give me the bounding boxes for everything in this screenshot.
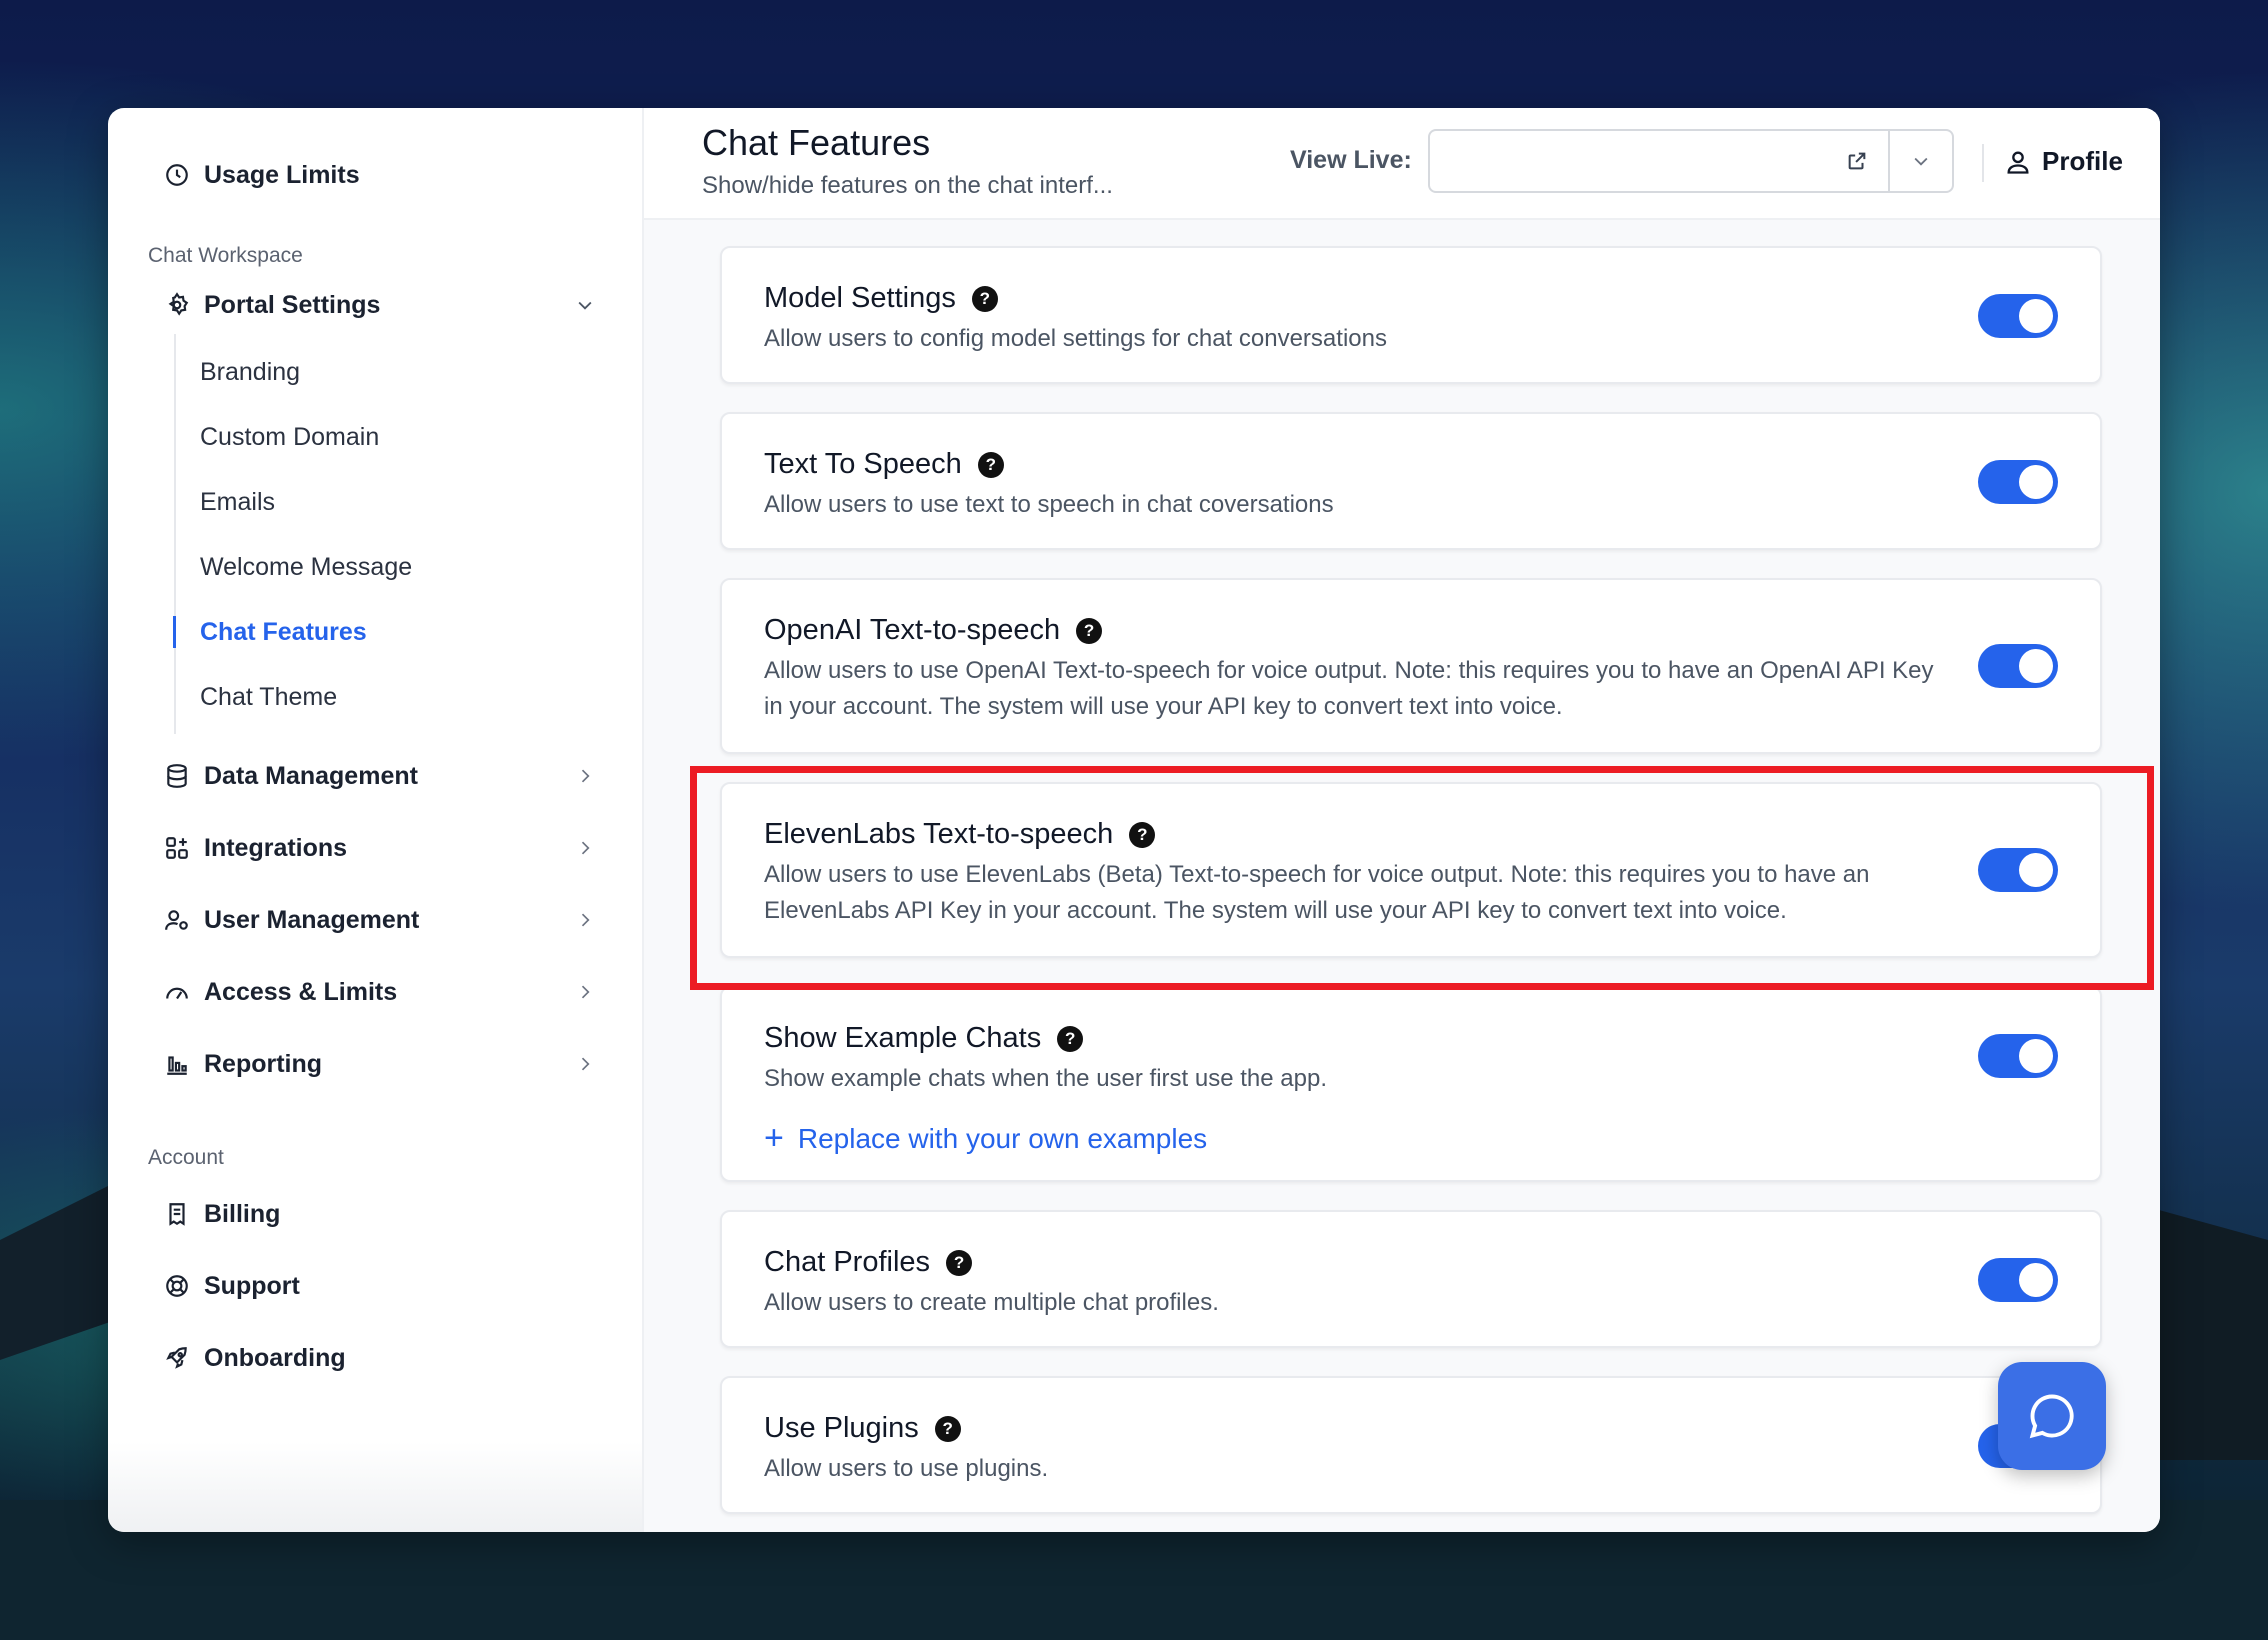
header-divider	[1982, 144, 1984, 182]
sidebar-fade	[108, 1442, 642, 1532]
feature-title: Show Example Chats	[764, 1022, 1042, 1054]
subnav-item-welcome-message[interactable]: Welcome Message	[176, 535, 598, 600]
feature-description: Allow users to use OpenAI Text-to-speech…	[764, 657, 1934, 720]
help-icon[interactable]: ?	[946, 1249, 973, 1276]
database-icon	[162, 761, 192, 791]
replace-examples-label: Replace with your own examples	[797, 1122, 1208, 1154]
sidebar-item-label: Access & Limits	[204, 977, 398, 1006]
feature-toggle[interactable]	[1978, 644, 2058, 688]
sidebar-item-label: Data Management	[204, 761, 418, 790]
sidebar-item-label: Portal Settings	[204, 290, 381, 319]
help-icon[interactable]: ?	[971, 285, 998, 312]
sidebar-item-portal-settings[interactable]: Portal Settings	[148, 276, 598, 334]
subnav-item-emails[interactable]: Emails	[176, 470, 598, 535]
feature-card-use-plugins: Use Plugins? Allow users to use plugins.	[720, 1376, 2102, 1514]
chevron-right-icon	[572, 763, 598, 789]
sidebar-item-label: User Management	[204, 905, 420, 934]
chevron-right-icon	[572, 835, 598, 861]
plus-icon: +	[764, 1119, 784, 1157]
speedometer-icon	[162, 977, 192, 1007]
feature-description: Show example chats when the user first u…	[764, 1065, 1327, 1092]
feature-description: Allow users to use text to speech in cha…	[764, 491, 1334, 518]
lifebuoy-icon	[162, 1271, 192, 1301]
gear-icon	[162, 290, 192, 320]
help-icon[interactable]: ?	[1057, 1025, 1084, 1052]
chevron-down-icon[interactable]	[572, 292, 598, 318]
sidebar-item-access-limits[interactable]: Access & Limits	[148, 956, 598, 1028]
feature-description: Allow users to use plugins.	[764, 1455, 1049, 1482]
view-live-select[interactable]	[1428, 129, 1954, 193]
feature-card-show-example-chats: Show Example Chats? Show example chats w…	[720, 986, 2102, 1182]
sidebar-item-label: Usage Limits	[204, 160, 360, 189]
external-link-icon[interactable]	[1826, 131, 1888, 191]
help-icon[interactable]: ?	[977, 451, 1004, 478]
sidebar-item-reporting[interactable]: Reporting	[148, 1028, 598, 1100]
sidebar-item-label: Support	[204, 1271, 300, 1300]
feature-description: Allow users to config model settings for…	[764, 325, 1387, 352]
sidebar-item-label: Reporting	[204, 1049, 323, 1078]
feature-description: Allow users to create multiple chat prof…	[764, 1289, 1219, 1316]
feature-card-model-settings: Model Settings? Allow users to config mo…	[720, 246, 2102, 384]
section-label-account: Account	[148, 1146, 224, 1169]
feature-title: Model Settings	[764, 282, 956, 314]
subnav-item-branding[interactable]: Branding	[176, 340, 598, 405]
sidebar-item-support[interactable]: Support	[148, 1250, 598, 1322]
portal-settings-subnav: Branding Custom Domain Emails Welcome Me…	[173, 334, 598, 734]
page-header: Chat Features Show/hide features on the …	[644, 108, 2160, 220]
user-icon	[2007, 151, 2029, 174]
chevron-right-icon	[572, 979, 598, 1005]
subnav-item-chat-theme[interactable]: Chat Theme	[176, 665, 598, 730]
replace-examples-link[interactable]: + Replace with your own examples	[764, 1119, 1940, 1158]
bar-chart-icon	[162, 1049, 192, 1079]
profile-label: Profile	[2042, 146, 2123, 176]
sidebar: Usage Limits Chat Workspace Portal Setti…	[108, 108, 644, 1532]
chevron-right-icon	[572, 907, 598, 933]
chat-widget-button[interactable]	[1998, 1362, 2106, 1470]
feature-toggle[interactable]	[1978, 1258, 2058, 1302]
sidebar-item-billing[interactable]: Billing	[148, 1178, 598, 1250]
users-gear-icon	[162, 905, 192, 935]
view-live-label: View Live:	[1290, 146, 1412, 174]
highlight-box	[690, 766, 2154, 990]
subnav-item-chat-features[interactable]: Chat Features	[173, 600, 598, 665]
chevron-down-icon[interactable]	[1888, 131, 1952, 191]
section-label-chat-workspace: Chat Workspace	[148, 244, 303, 267]
clock-icon	[162, 160, 192, 190]
feature-card-text-to-speech: Text To Speech? Allow users to use text …	[720, 412, 2102, 550]
sidebar-item-integrations[interactable]: Integrations	[148, 812, 598, 884]
feature-toggle[interactable]	[1978, 1034, 2058, 1078]
sidebar-item-label: Integrations	[204, 833, 348, 862]
subnav-item-custom-domain[interactable]: Custom Domain	[176, 405, 598, 470]
sidebar-item-data-management[interactable]: Data Management	[148, 740, 598, 812]
feature-toggle[interactable]	[1978, 294, 2058, 338]
feature-title: OpenAI Text-to-speech	[764, 614, 1061, 646]
apps-icon	[162, 833, 192, 863]
help-icon[interactable]: ?	[1076, 617, 1103, 644]
rocket-icon	[162, 1343, 192, 1373]
view-live-field[interactable]	[1430, 131, 1826, 191]
sidebar-item-label: Billing	[204, 1199, 281, 1228]
feature-card-openai-tts: OpenAI Text-to-speech? Allow users to us…	[720, 578, 2102, 754]
page-subtitle: Show/hide features on the chat interf...	[702, 172, 1113, 199]
receipt-icon	[162, 1199, 192, 1229]
feature-title: Chat Profiles	[764, 1246, 931, 1278]
feature-card-chat-profiles: Chat Profiles? Allow users to create mul…	[720, 1210, 2102, 1348]
feature-toggle[interactable]	[1978, 460, 2058, 504]
profile-button[interactable]: Profile	[2004, 146, 2123, 177]
help-icon[interactable]: ?	[934, 1415, 961, 1442]
feature-title: Text To Speech	[764, 448, 962, 480]
chat-bubble-icon	[2029, 1394, 2074, 1439]
page-title: Chat Features	[702, 122, 931, 163]
feature-title: Use Plugins	[764, 1412, 919, 1444]
sidebar-item-onboarding[interactable]: Onboarding	[148, 1322, 598, 1394]
sidebar-item-label: Onboarding	[204, 1343, 346, 1372]
sidebar-item-user-management[interactable]: User Management	[148, 884, 598, 956]
chevron-right-icon	[572, 1051, 598, 1077]
sidebar-item-usage-limits[interactable]: Usage Limits	[148, 146, 598, 204]
